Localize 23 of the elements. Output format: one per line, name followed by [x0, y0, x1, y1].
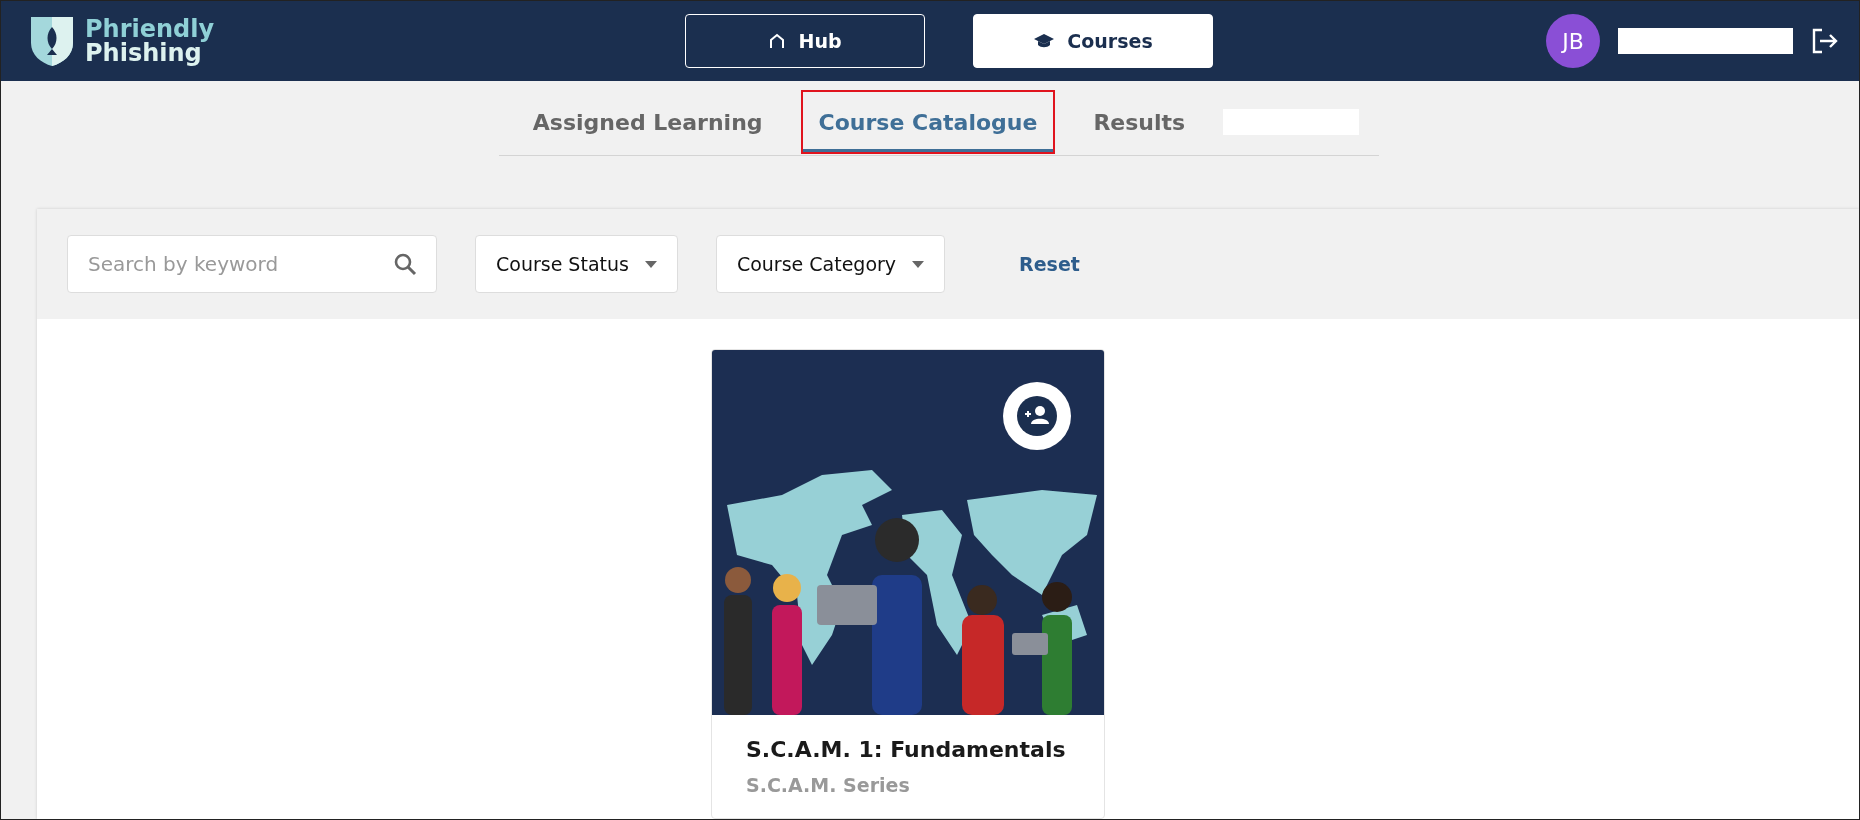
graduation-cap-icon: [1033, 32, 1056, 50]
caret-icon: [644, 260, 657, 268]
logo-wordmark: Phishing: [85, 41, 202, 65]
filter-dropdown[interactable]: Course Status: [475, 235, 678, 293]
course-series: S.C.A.M. Series: [746, 774, 911, 796]
logout-icon[interactable]: [1811, 28, 1839, 54]
tab[interactable]: Course Catalogue: [802, 92, 1054, 152]
nav-button[interactable]: Hub: [685, 14, 925, 68]
tab[interactable]: Results: [1077, 92, 1202, 152]
shield-fish-logo-icon: [29, 15, 75, 67]
caret-icon: [912, 260, 925, 268]
tab[interactable]: Assigned Learning: [516, 92, 779, 152]
course-title: S.C.A.M. 1: Fundamentals: [746, 737, 1067, 762]
add-user-icon: [1017, 396, 1057, 436]
logo-wordmark: Phriendly: [85, 17, 215, 41]
course-card[interactable]: S.C.A.M. 1: Fundamentals S.C.A.M. Series: [711, 349, 1105, 819]
reset-link[interactable]: Reset: [1013, 252, 1086, 276]
nav-button[interactable]: Courses: [973, 14, 1213, 68]
user-avatar[interactable]: JB: [1546, 14, 1600, 68]
filter-dropdown[interactable]: Course Category: [715, 235, 946, 293]
search-icon: [393, 252, 417, 276]
home-icon: [768, 32, 787, 50]
search-field[interactable]: Search by keyword: [67, 235, 437, 293]
